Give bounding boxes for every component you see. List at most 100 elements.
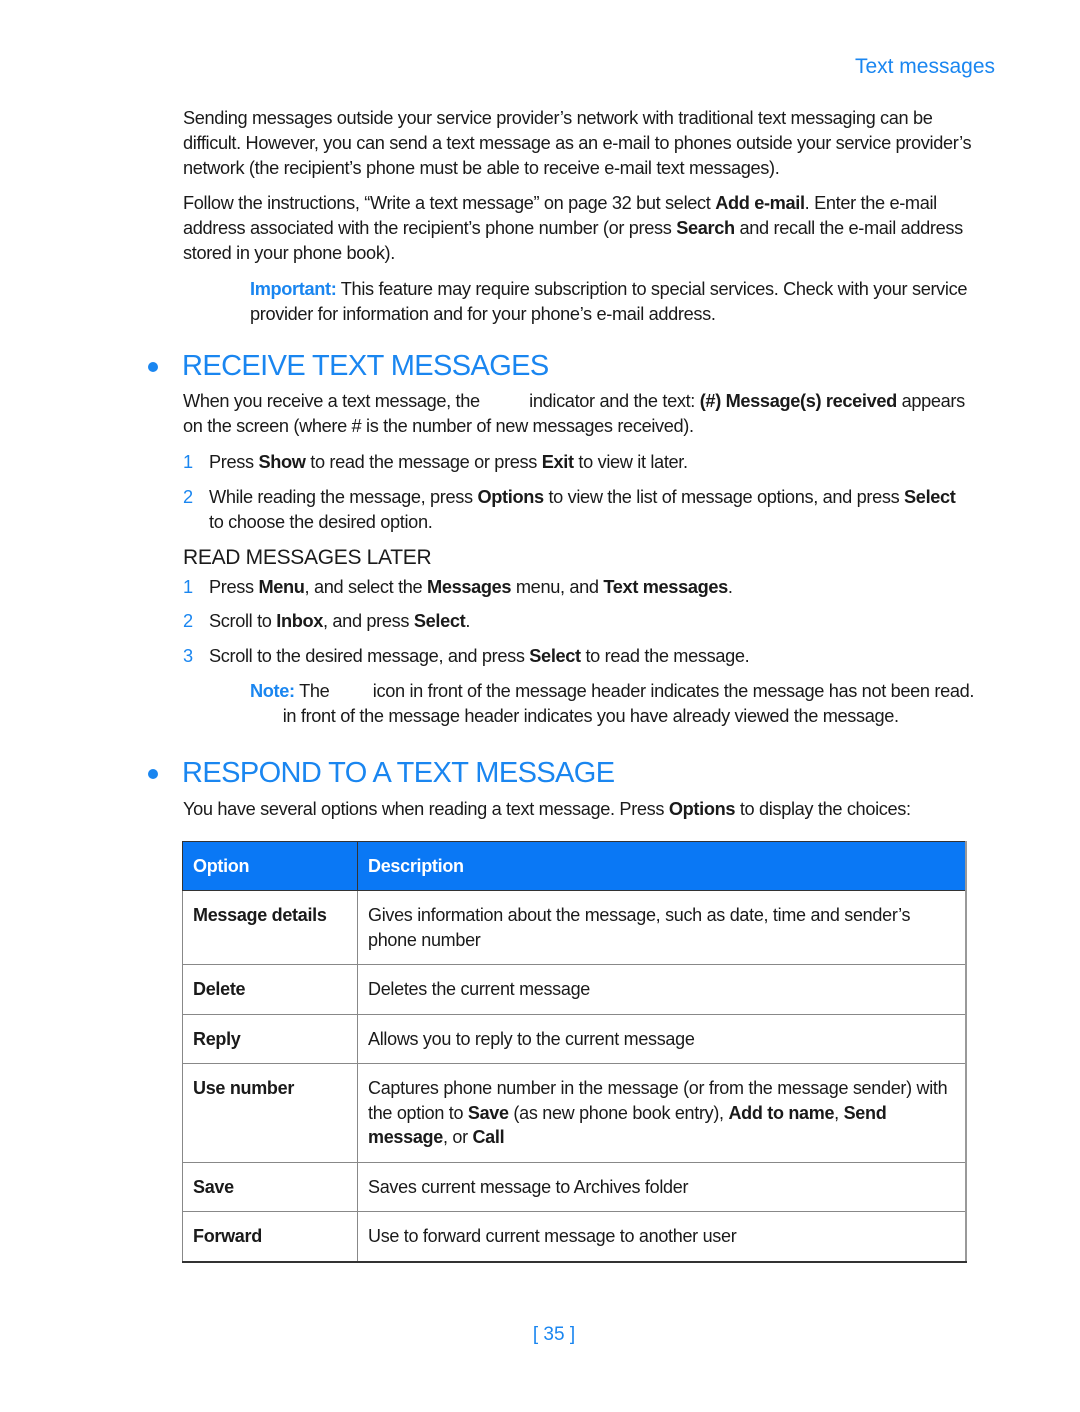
text: indicator and the text: <box>524 391 700 411</box>
search-term: Search <box>676 218 735 238</box>
step-text: Scroll to Inbox, and press Select. <box>209 609 973 634</box>
respond-heading: RESPOND TO A TEXT MESSAGE <box>148 757 615 790</box>
description-cell: Allows you to reply to the current messa… <box>357 1013 967 1064</box>
read-message-icon <box>250 708 278 722</box>
messages-received-term: (#) Message(s) received <box>699 391 898 411</box>
option-cell: Delete <box>182 964 358 1015</box>
step-number: 2 <box>183 487 193 507</box>
description-cell: Gives information about the message, suc… <box>357 890 967 965</box>
note-label: Note: <box>250 681 295 701</box>
text: to read the message. <box>580 646 750 666</box>
text: Press <box>209 577 259 597</box>
step-text: Scroll to the desired message, and press… <box>209 644 973 669</box>
term: Menu <box>258 577 305 597</box>
intro-paragraph-1: Sending messages outside your service pr… <box>183 108 972 178</box>
text: to view it later. <box>573 452 688 472</box>
read-later-step-2: 2 Scroll to Inbox, and press Select. <box>183 609 973 634</box>
text: While reading the message, press <box>209 487 478 507</box>
options-table: Option Description Message details Gives… <box>182 841 967 1263</box>
table-row: Forward Use to forward current message t… <box>182 1211 967 1262</box>
term: Exit <box>541 452 574 472</box>
unread-message-icon <box>334 683 368 697</box>
message-indicator-icon <box>484 393 524 407</box>
text: . <box>465 611 471 631</box>
term: Add to name <box>728 1102 835 1123</box>
text: to display the choices: <box>735 799 911 819</box>
receive-step-2: 2 While reading the message, press Option… <box>183 485 973 535</box>
heading-text: RECEIVE TEXT MESSAGES <box>182 350 549 382</box>
text: Scroll to the desired message, and press <box>209 646 530 666</box>
page-number: [ 35 ] <box>532 1324 576 1345</box>
text: menu, and <box>511 577 604 597</box>
text: When you receive a text message, the <box>183 391 485 411</box>
text: . <box>727 577 733 597</box>
receive-paragraph: When you receive a text message, the ind… <box>183 389 973 439</box>
term: Save <box>467 1102 509 1123</box>
text: , and press <box>323 611 414 631</box>
table-row: Use number Captures phone number in the … <box>182 1063 967 1163</box>
text: icon in front of the message header indi… <box>368 681 975 701</box>
description-cell: Deletes the current message <box>357 964 967 1015</box>
important-note: Important: This feature may require subs… <box>250 277 980 327</box>
term: Select <box>529 646 581 666</box>
text: You have several options when reading a … <box>183 799 669 819</box>
option-cell: Forward <box>182 1211 358 1262</box>
column-header-option: Option <box>182 841 358 891</box>
step-text: While reading the message, press Options… <box>209 485 973 535</box>
table-row: Message details Gives information about … <box>182 890 967 965</box>
option-cell: Message details <box>182 890 358 965</box>
respond-paragraph: You have several options when reading a … <box>183 797 973 822</box>
term: Show <box>258 452 306 472</box>
text: to read the message or press <box>305 452 542 472</box>
options-term: Options <box>668 799 736 819</box>
read-later-step-3: 3 Scroll to the desired message, and pres… <box>183 644 973 669</box>
bullet-icon <box>148 768 158 779</box>
read-later-heading: READ MESSAGES LATER <box>183 546 432 569</box>
option-cell: Use number <box>182 1063 358 1163</box>
step-number: 2 <box>183 611 193 631</box>
term: Select <box>904 487 956 507</box>
heading-text: RESPOND TO A TEXT MESSAGE <box>182 757 615 789</box>
receive-step-1: 1 Press Show to read the message or press… <box>183 450 973 475</box>
text: , and select the <box>304 577 428 597</box>
term: Text messages <box>603 577 728 597</box>
option-cell: Save <box>182 1161 358 1212</box>
column-header-description: Description <box>357 841 967 891</box>
text: , or <box>442 1127 473 1147</box>
description-cell: Saves current message to Archives folder <box>357 1161 967 1212</box>
important-label: Important: <box>250 279 337 299</box>
description-cell: Use to forward current message to anothe… <box>357 1211 967 1262</box>
receive-heading: RECEIVE TEXT MESSAGES <box>148 350 549 383</box>
table-row: Delete Deletes the current message <box>182 964 967 1015</box>
description-cell: Captures phone number in the message (or… <box>357 1063 967 1163</box>
text: in front of the message header indicates… <box>278 706 899 726</box>
term: Select <box>413 611 466 631</box>
read-later-step-1: 1 Press Menu, and select the Messages men… <box>183 575 973 600</box>
text: to view the list of message options, and… <box>543 487 905 507</box>
step-text: Press Menu, and select the Messages menu… <box>209 575 973 600</box>
text: Press <box>209 452 259 472</box>
step-number: 1 <box>183 452 193 472</box>
running-head: Text messages <box>854 55 995 78</box>
text: (as new phone book entry), <box>508 1102 729 1123</box>
step-number: 1 <box>183 577 193 597</box>
text: Scroll to <box>209 611 277 631</box>
text: The <box>294 681 335 701</box>
table-row: Save Saves current message to Archives f… <box>182 1161 967 1212</box>
table-row: Reply Allows you to reply to the current… <box>182 1013 967 1064</box>
term: Call <box>472 1127 505 1147</box>
term: Inbox <box>276 611 324 631</box>
term: Messages <box>427 577 512 597</box>
important-text: This feature may require subscription to… <box>250 279 968 324</box>
text: Follow the instructions, “Write a text m… <box>183 193 716 213</box>
add-email-term: Add e-mail <box>715 193 805 213</box>
option-cell: Reply <box>182 1013 358 1064</box>
bullet-icon <box>148 361 158 372</box>
intro-paragraph-2: Follow the instructions, “Write a text m… <box>183 191 973 266</box>
text: , <box>834 1102 844 1123</box>
step-text: Press Show to read the message or press … <box>209 450 973 475</box>
text: to choose the desired option. <box>209 512 433 532</box>
term: Options <box>477 487 544 507</box>
step-number: 3 <box>183 646 193 666</box>
table-header-row: Option Description <box>182 841 967 891</box>
